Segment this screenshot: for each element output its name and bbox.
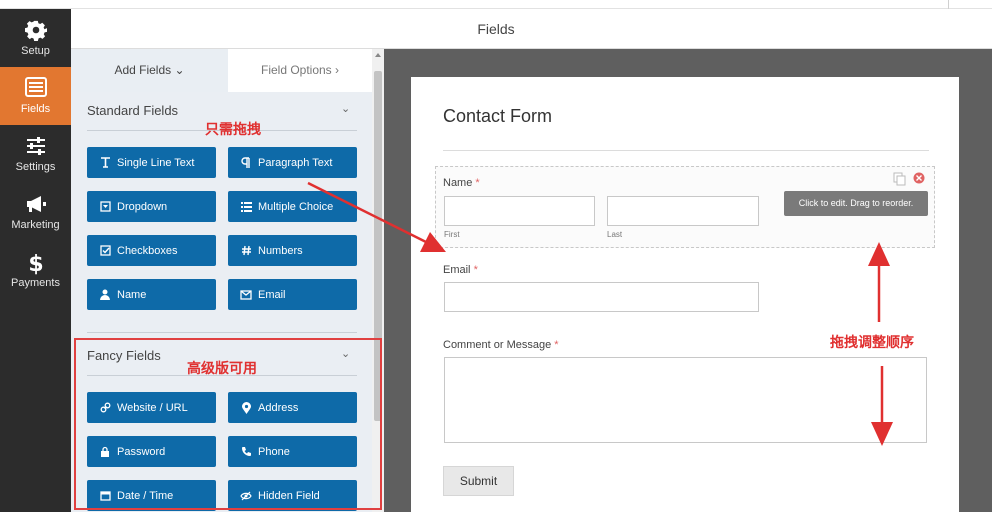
nav-item-payments[interactable]: $ Payments: [0, 241, 71, 299]
field-button-numbers[interactable]: Numbers: [228, 235, 357, 266]
field-button-name[interactable]: Name: [87, 279, 216, 310]
top-strip: [0, 0, 992, 9]
panel-tabs: Add Fields ⌄ Field Options ›: [71, 49, 372, 92]
gear-icon: [0, 19, 71, 41]
field-button-checkboxes[interactable]: Checkboxes: [87, 235, 216, 266]
message-label-text: Comment or Message: [443, 339, 552, 351]
first-name-input[interactable]: [444, 196, 595, 226]
hash-icon: [240, 245, 252, 257]
field-button-label: Name: [117, 288, 147, 301]
calendar-icon: [99, 490, 111, 502]
fancy-fields-divider-top: [87, 332, 357, 333]
svg-text:$: $: [28, 252, 43, 275]
user-icon: [99, 289, 111, 301]
pilcrow-icon: [240, 157, 252, 169]
nav-label-fields: Fields: [20, 103, 51, 115]
nav-label-payments: Payments: [11, 277, 60, 289]
annotation-drag-only: 只需拖拽: [205, 121, 261, 137]
field-button-dropdown[interactable]: Dropdown: [87, 191, 216, 222]
checkbox-icon: [99, 245, 111, 257]
link-icon: [99, 402, 111, 414]
left-nav: Setup Fields Settings Marketing $ Paymen…: [0, 9, 71, 512]
field-button-hidden-field[interactable]: Hidden Field: [228, 480, 357, 511]
tab-field-options[interactable]: Field Options ›: [228, 49, 372, 92]
field-button-label: Checkboxes: [117, 244, 178, 257]
fancy-fields-title[interactable]: Fancy Fields: [87, 348, 161, 363]
sliders-icon: [0, 135, 71, 157]
scroll-up-arrow-icon[interactable]: [375, 53, 381, 57]
field-button-email[interactable]: Email: [228, 279, 357, 310]
nav-item-setup[interactable]: Setup: [0, 9, 71, 67]
email-label-text: Email: [443, 264, 471, 276]
field-button-label: Address: [258, 401, 299, 414]
dollar-icon: $: [0, 251, 71, 275]
annotation-reorder: 拖拽调整顺序: [830, 334, 914, 350]
form-title-divider: [443, 150, 929, 151]
required-mark: *: [475, 177, 480, 189]
annotation-premium: 高级版可用: [187, 360, 257, 376]
form-title[interactable]: Contact Form: [443, 106, 552, 127]
map-pin-icon: [240, 401, 252, 414]
email-input[interactable]: [444, 282, 759, 312]
nav-item-marketing[interactable]: Marketing: [0, 183, 71, 241]
required-mark: *: [473, 264, 478, 276]
dropdown-icon: [99, 201, 111, 213]
nav-label-marketing: Marketing: [11, 219, 60, 231]
chevron-down-icon[interactable]: ⌄: [341, 347, 350, 360]
panel-scrollbar[interactable]: [372, 49, 384, 512]
field-button-multiple-choice[interactable]: Multiple Choice: [228, 191, 357, 222]
top-strip-divider: [948, 0, 949, 9]
page-header: Fields: [71, 9, 992, 49]
field-button-phone[interactable]: Phone: [228, 436, 357, 467]
name-field-label: Name *: [443, 177, 480, 189]
field-button-label: Password: [117, 445, 166, 458]
list-bullet-icon: [240, 201, 252, 213]
field-button-label: Email: [258, 288, 286, 301]
required-mark: *: [554, 339, 559, 351]
megaphone-icon: [0, 193, 71, 215]
text-cursor-icon: [99, 157, 111, 169]
last-name-sublabel: Last: [607, 230, 623, 239]
lock-icon: [99, 446, 111, 458]
chevron-down-icon[interactable]: ⌄: [341, 102, 350, 115]
scrollbar-thumb[interactable]: [374, 71, 382, 421]
name-label-text: Name: [443, 177, 473, 189]
list-icon: [0, 77, 71, 99]
nav-item-settings[interactable]: Settings: [0, 125, 71, 183]
message-textarea[interactable]: [444, 357, 927, 443]
nav-label-settings: Settings: [15, 161, 56, 173]
nav-item-fields[interactable]: Fields: [0, 67, 71, 125]
phone-icon: [240, 446, 252, 458]
page-title: Fields: [477, 21, 515, 37]
edit-tooltip: Click to edit. Drag to reorder.: [784, 191, 928, 216]
field-button-paragraph-text[interactable]: Paragraph Text: [228, 147, 357, 178]
first-name-sublabel: First: [444, 230, 460, 239]
field-button-single-line-text[interactable]: Single Line Text: [87, 147, 216, 178]
field-button-label: Date / Time: [117, 489, 174, 502]
standard-fields-title[interactable]: Standard Fields: [87, 103, 178, 118]
field-button-label: Single Line Text: [117, 156, 195, 169]
field-button-label: Website / URL: [117, 401, 188, 414]
field-button-label: Hidden Field: [258, 489, 320, 502]
field-button-label: Phone: [258, 445, 290, 458]
tab-add-fields[interactable]: Add Fields ⌄: [71, 49, 228, 92]
field-button-password[interactable]: Password: [87, 436, 216, 467]
field-button-date-time[interactable]: Date / Time: [87, 480, 216, 511]
field-button-label: Dropdown: [117, 200, 168, 213]
envelope-icon: [240, 289, 252, 301]
field-button-address[interactable]: Address: [228, 392, 357, 423]
last-name-input[interactable]: [607, 196, 759, 226]
submit-button[interactable]: Submit: [443, 466, 514, 496]
nav-label-setup: Setup: [21, 45, 50, 57]
eye-slash-icon: [240, 490, 252, 502]
field-button-label: Multiple Choice: [258, 200, 334, 213]
field-button-website-url[interactable]: Website / URL: [87, 392, 216, 423]
email-field-label: Email *: [443, 264, 478, 276]
message-field-label: Comment or Message *: [443, 339, 559, 351]
field-button-label: Paragraph Text: [258, 156, 333, 169]
field-button-label: Numbers: [258, 244, 303, 257]
delete-icon[interactable]: [913, 172, 925, 184]
